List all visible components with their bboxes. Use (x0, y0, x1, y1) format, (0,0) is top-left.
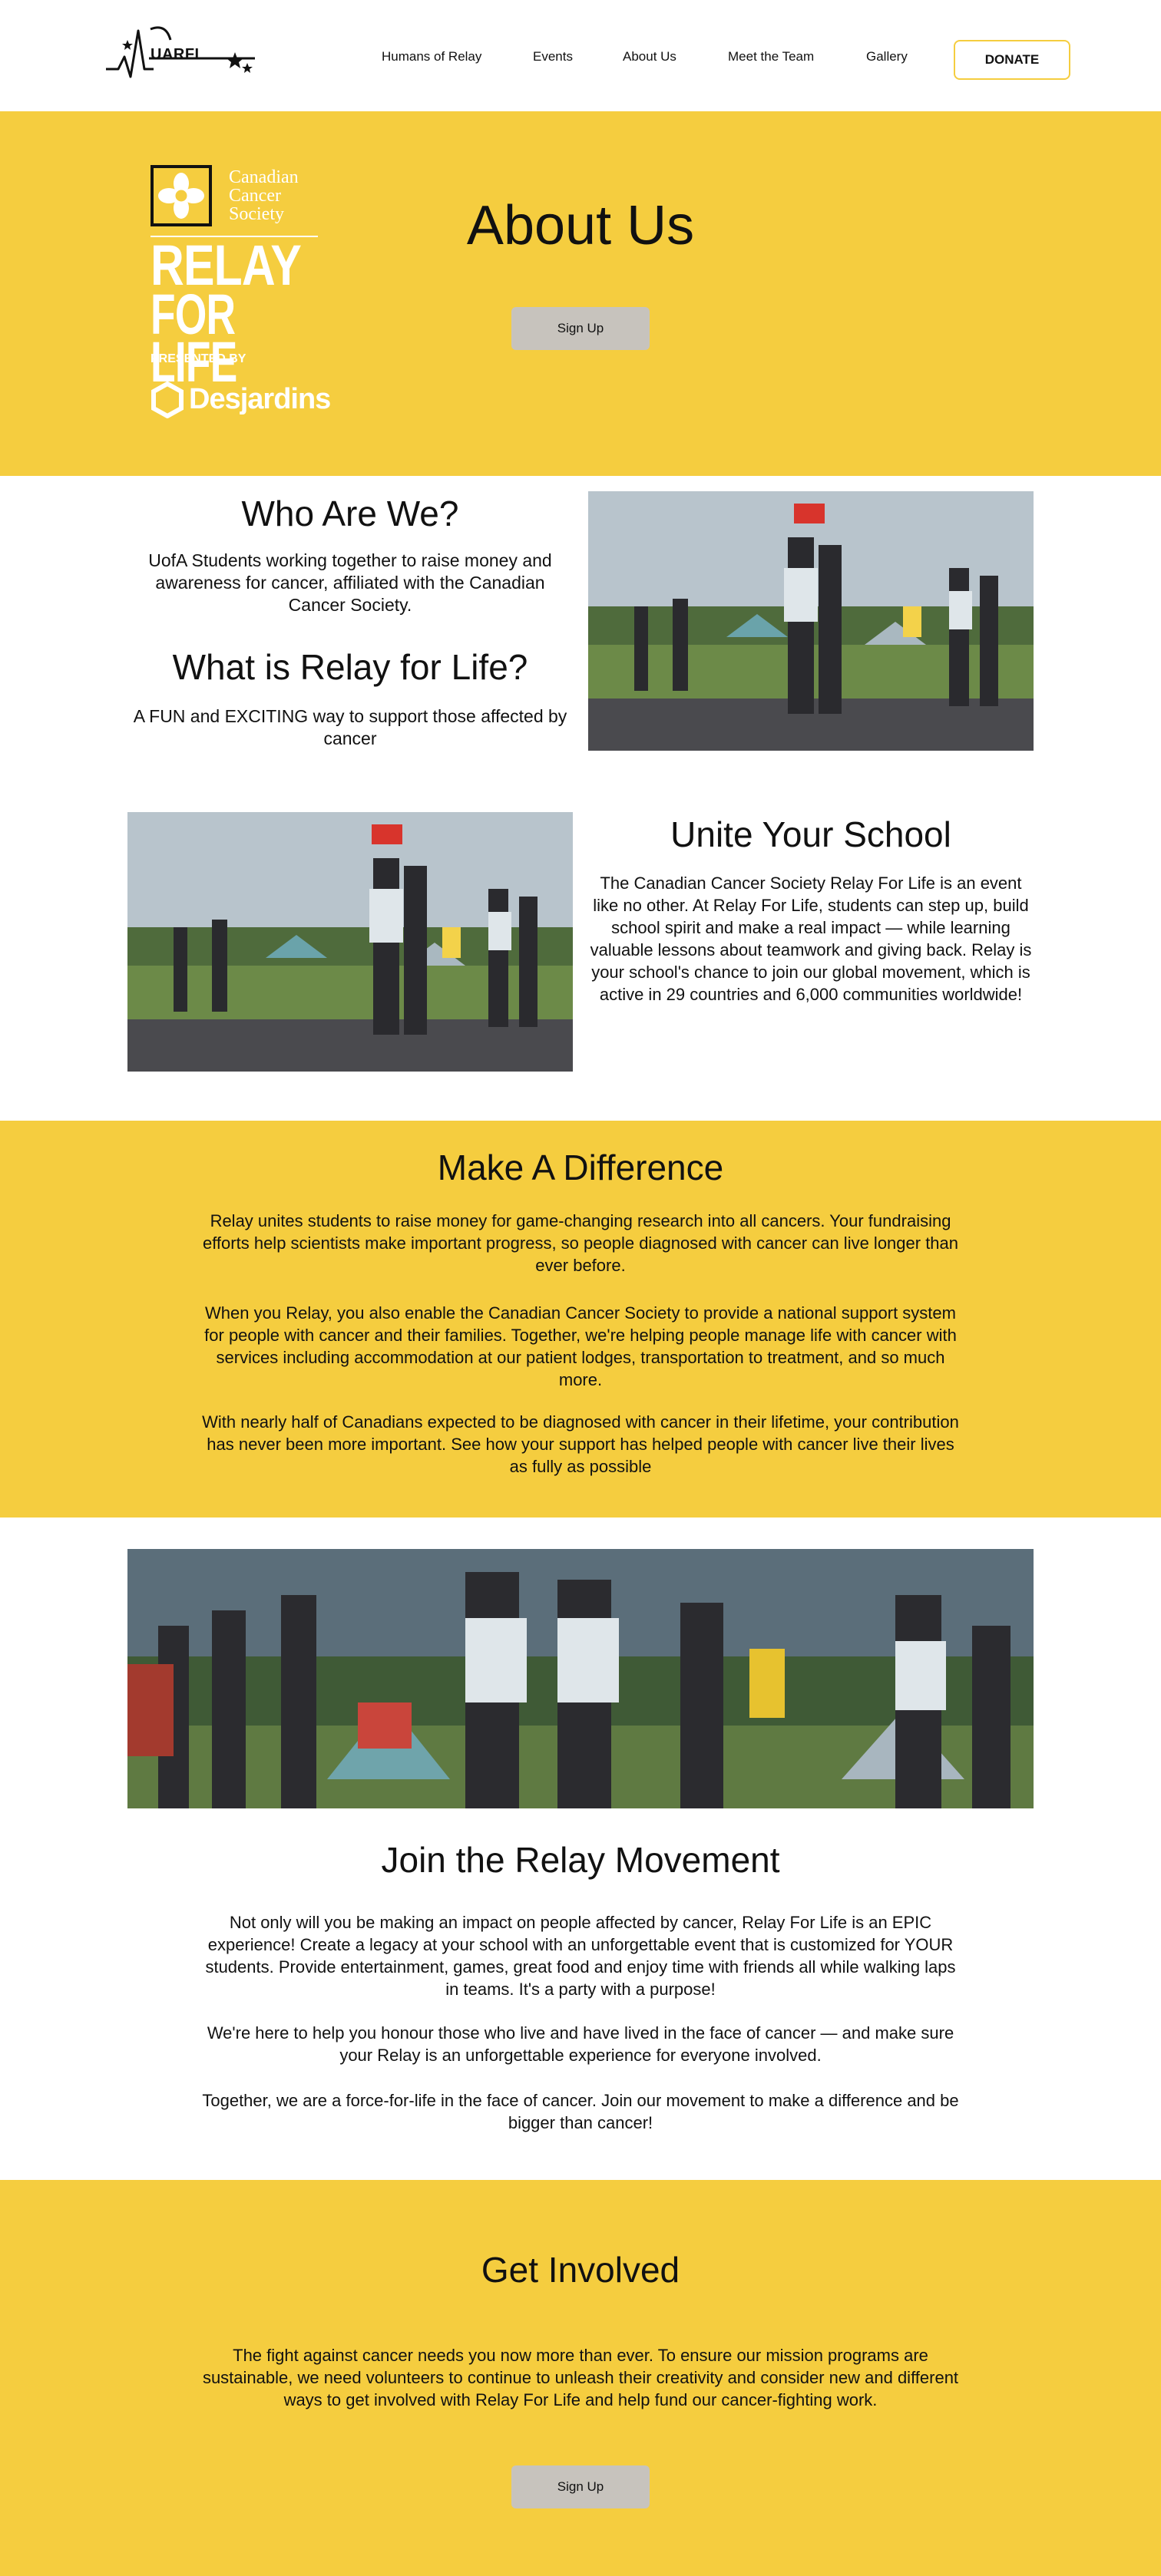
who-are-we-text: UofA Students working together to raise … (148, 550, 552, 615)
unite-your-school-text: The Canadian Cancer Society Relay For Li… (590, 874, 1032, 1004)
what-is-relay-title: What is Relay for Life? (172, 647, 528, 687)
who-are-we-title: Who Are We? (241, 494, 459, 533)
what-is-relay-text: A FUN and EXCITING way to support those … (133, 706, 567, 748)
site-header: UARFL Humans of Relay Events About Us Me… (0, 0, 1161, 111)
desjardins-wordmark: Desjardins (189, 383, 331, 415)
org-name-line2: Cancer (229, 186, 281, 206)
walkers-image (127, 1549, 1034, 1808)
join-paragraph-2: We're here to help you honour those who … (207, 2023, 954, 2065)
relay-walkers-wide-photo (127, 1549, 1034, 1808)
relay-walkers-photo-1 (588, 491, 1034, 751)
join-paragraph-3: Together, we are a force-for-life in the… (202, 2091, 959, 2132)
get-involved-title: Get Involved (481, 2250, 680, 2290)
nav-gallery[interactable]: Gallery (866, 49, 908, 64)
unite-your-school-title: Unite Your School (670, 814, 951, 854)
get-involved-signup-button[interactable]: Sign Up (511, 2465, 650, 2508)
daffodil-icon (150, 165, 212, 226)
walkers-image (588, 491, 1034, 751)
walkers-image (127, 812, 573, 1072)
presented-by: PRESENTED BY (150, 352, 246, 365)
org-name: Canadian Cancer Society (229, 168, 299, 223)
nav-meet-the-team[interactable]: Meet the Team (728, 49, 814, 64)
relay-for-life-logo: Canadian Cancer Society RELAY FOR LIFE P… (150, 165, 331, 418)
join-paragraph-1: Not only will you be making an impact on… (205, 1913, 956, 1999)
difference-paragraph-2: When you Relay, you also enable the Cana… (204, 1303, 957, 1389)
nav-events[interactable]: Events (533, 49, 573, 64)
page-title: About Us (466, 195, 695, 256)
donate-button[interactable]: DONATE (954, 40, 1070, 80)
hero-section: Canadian Cancer Society RELAY FOR LIFE P… (0, 111, 1161, 476)
get-involved-section: Get Involved The fight against cancer ne… (0, 2180, 1161, 2576)
difference-paragraph-3: With nearly half of Canadians expected t… (202, 1412, 959, 1476)
make-a-difference-title: Make A Difference (437, 1148, 724, 1187)
nav-about-us[interactable]: About Us (623, 49, 676, 64)
hero-signup-button[interactable]: Sign Up (511, 307, 650, 350)
make-a-difference-section: Make A Difference Relay unites students … (0, 1121, 1161, 1518)
desjardins-hexagon-icon (151, 381, 184, 418)
org-name-line1: Canadian (229, 167, 299, 187)
get-involved-text: The fight against cancer needs you now m… (202, 2346, 959, 2409)
org-name-line3: Society (229, 204, 284, 224)
nav-humans-of-relay[interactable]: Humans of Relay (382, 49, 481, 64)
join-relay-title: Join the Relay Movement (381, 1840, 780, 1880)
relay-walkers-photo-2 (127, 812, 573, 1072)
difference-paragraph-1: Relay unites students to raise money for… (202, 1211, 959, 1275)
relay-wordmark-line2: FOR LIFE (150, 282, 237, 394)
